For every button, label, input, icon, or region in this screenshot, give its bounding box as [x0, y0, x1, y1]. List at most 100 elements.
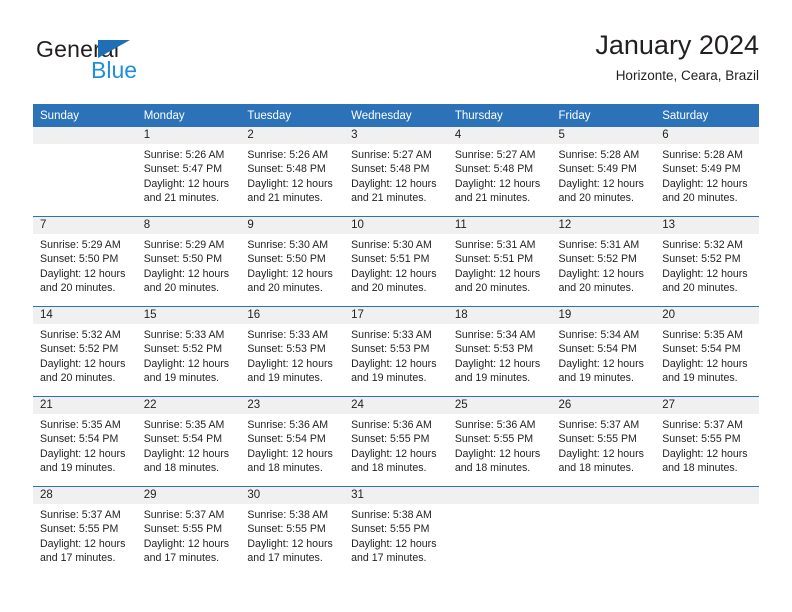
day-number: 6 — [655, 127, 759, 144]
day-cell[interactable]: 5 Sunrise: 5:28 AM Sunset: 5:49 PM Dayli… — [551, 127, 656, 217]
day-cell[interactable]: 7 Sunrise: 5:29 AM Sunset: 5:50 PM Dayli… — [33, 216, 137, 307]
daylight-text: Daylight: 12 hours and 17 minutes. — [143, 537, 230, 564]
sunset-text: Sunset: 5:55 PM — [351, 433, 430, 446]
calendar-header-row: Sunday Monday Tuesday Wednesday Thursday… — [33, 104, 759, 127]
sunrise-text: Sunrise: 5:27 AM — [454, 149, 536, 161]
daylight-text: Daylight: 12 hours and 20 minutes. — [454, 267, 541, 294]
sunrise-text: Sunrise: 5:31 AM — [454, 239, 536, 251]
day-number: 31 — [344, 487, 448, 504]
day-cell[interactable]: 25 Sunrise: 5:36 AM Sunset: 5:55 PM Dayl… — [447, 396, 552, 487]
sunset-text: Sunset: 5:50 PM — [40, 253, 119, 266]
day-cell[interactable]: 27 Sunrise: 5:37 AM Sunset: 5:55 PM Dayl… — [655, 396, 759, 487]
day-details: Sunrise: 5:38 AM Sunset: 5:55 PM Dayligh… — [240, 504, 344, 565]
sunset-text: Sunset: 5:47 PM — [143, 163, 223, 176]
day-number: 28 — [33, 487, 137, 504]
day-details: Sunrise: 5:38 AM Sunset: 5:55 PM Dayligh… — [344, 504, 448, 565]
day-cell[interactable]: 28 Sunrise: 5:37 AM Sunset: 5:55 PM Dayl… — [33, 486, 137, 576]
day-details: Sunrise: 5:37 AM Sunset: 5:55 PM Dayligh… — [33, 504, 137, 565]
daylight-text: Daylight: 12 hours and 21 minutes. — [247, 177, 333, 204]
day-cell[interactable]: 16 Sunrise: 5:33 AM Sunset: 5:53 PM Dayl… — [240, 306, 345, 397]
day-number: 24 — [344, 397, 448, 414]
day-details: Sunrise: 5:34 AM Sunset: 5:53 PM Dayligh… — [448, 324, 552, 385]
day-number: 29 — [136, 487, 241, 504]
day-details: Sunrise: 5:26 AM Sunset: 5:48 PM Dayligh… — [240, 144, 344, 205]
day-number: 15 — [136, 307, 241, 324]
day-cell[interactable]: 30 Sunrise: 5:38 AM Sunset: 5:55 PM Dayl… — [240, 486, 345, 576]
sunset-text: Sunset: 5:53 PM — [454, 343, 534, 356]
day-cell[interactable]: 1 Sunrise: 5:26 AM Sunset: 5:47 PM Dayli… — [136, 127, 241, 217]
sunrise-text: Sunrise: 5:37 AM — [558, 419, 640, 431]
day-cell[interactable]: 24 Sunrise: 5:36 AM Sunset: 5:55 PM Dayl… — [344, 396, 448, 487]
title-block: January 2024 Horizonte, Ceara, Brazil — [595, 28, 759, 85]
daylight-text: Daylight: 12 hours and 20 minutes. — [143, 267, 230, 294]
sunset-text: Sunset: 5:54 PM — [143, 433, 223, 446]
day-details: Sunrise: 5:33 AM Sunset: 5:53 PM Dayligh… — [240, 324, 344, 385]
day-cell[interactable] — [33, 127, 137, 217]
day-cell[interactable]: 18 Sunrise: 5:34 AM Sunset: 5:53 PM Dayl… — [447, 306, 552, 397]
sunset-text: Sunset: 5:55 PM — [454, 433, 534, 446]
day-cell[interactable]: 31 Sunrise: 5:38 AM Sunset: 5:55 PM Dayl… — [344, 486, 448, 576]
day-cell[interactable] — [551, 486, 656, 576]
day-number: 26 — [551, 397, 656, 414]
daylight-text: Daylight: 12 hours and 18 minutes. — [247, 447, 333, 474]
daylight-text: Daylight: 12 hours and 17 minutes. — [40, 537, 126, 564]
sunset-text: Sunset: 5:54 PM — [558, 343, 637, 356]
day-details: Sunrise: 5:27 AM Sunset: 5:48 PM Dayligh… — [448, 144, 552, 205]
sunrise-text: Sunrise: 5:36 AM — [247, 419, 329, 431]
week-row: 1 Sunrise: 5:26 AM Sunset: 5:47 PM Dayli… — [33, 127, 759, 217]
sunrise-text: Sunrise: 5:26 AM — [247, 149, 329, 161]
day-number: 22 — [136, 397, 241, 414]
day-cell[interactable]: 26 Sunrise: 5:37 AM Sunset: 5:55 PM Dayl… — [551, 396, 656, 487]
daylight-text: Daylight: 12 hours and 19 minutes. — [351, 357, 437, 384]
daylight-text: Daylight: 12 hours and 20 minutes. — [558, 267, 644, 294]
daylight-text: Daylight: 12 hours and 18 minutes. — [662, 447, 748, 474]
day-cell[interactable]: 29 Sunrise: 5:37 AM Sunset: 5:55 PM Dayl… — [136, 486, 241, 576]
day-number — [655, 487, 759, 504]
sunrise-text: Sunrise: 5:32 AM — [662, 239, 743, 251]
page-header: General Blue January 2024 Horizonte, Cea… — [33, 28, 759, 98]
day-cell[interactable]: 3 Sunrise: 5:27 AM Sunset: 5:48 PM Dayli… — [344, 127, 448, 217]
day-cell[interactable]: 2 Sunrise: 5:26 AM Sunset: 5:48 PM Dayli… — [240, 127, 345, 217]
day-cell[interactable]: 20 Sunrise: 5:35 AM Sunset: 5:54 PM Dayl… — [655, 306, 759, 397]
sunrise-text: Sunrise: 5:29 AM — [40, 239, 121, 251]
day-number: 23 — [240, 397, 345, 414]
day-cell[interactable]: 12 Sunrise: 5:31 AM Sunset: 5:52 PM Dayl… — [551, 216, 656, 307]
general-blue-logo[interactable]: General Blue — [36, 36, 236, 90]
daylight-text: Daylight: 12 hours and 18 minutes. — [558, 447, 644, 474]
sunset-text: Sunset: 5:55 PM — [558, 433, 637, 446]
day-cell[interactable]: 9 Sunrise: 5:30 AM Sunset: 5:50 PM Dayli… — [240, 216, 345, 307]
day-cell[interactable]: 14 Sunrise: 5:32 AM Sunset: 5:52 PM Dayl… — [33, 306, 137, 397]
day-details: Sunrise: 5:36 AM Sunset: 5:55 PM Dayligh… — [344, 414, 448, 475]
day-cell[interactable]: 13 Sunrise: 5:32 AM Sunset: 5:52 PM Dayl… — [655, 216, 759, 307]
sunrise-text: Sunrise: 5:27 AM — [351, 149, 432, 161]
day-cell[interactable]: 23 Sunrise: 5:36 AM Sunset: 5:54 PM Dayl… — [240, 396, 345, 487]
day-details: Sunrise: 5:28 AM Sunset: 5:49 PM Dayligh… — [655, 144, 759, 205]
daylight-text: Daylight: 12 hours and 19 minutes. — [143, 357, 230, 384]
day-number: 18 — [447, 307, 552, 324]
day-cell[interactable]: 6 Sunrise: 5:28 AM Sunset: 5:49 PM Dayli… — [655, 127, 759, 217]
day-cell[interactable]: 21 Sunrise: 5:35 AM Sunset: 5:54 PM Dayl… — [33, 396, 137, 487]
day-number: 19 — [551, 307, 656, 324]
day-cell[interactable]: 17 Sunrise: 5:33 AM Sunset: 5:53 PM Dayl… — [344, 306, 448, 397]
day-number: 1 — [136, 127, 241, 144]
calendar-grid: Sunday Monday Tuesday Wednesday Thursday… — [33, 104, 759, 576]
day-cell[interactable]: 11 Sunrise: 5:31 AM Sunset: 5:51 PM Dayl… — [447, 216, 552, 307]
day-cell[interactable]: 19 Sunrise: 5:34 AM Sunset: 5:54 PM Dayl… — [551, 306, 656, 397]
sunset-text: Sunset: 5:55 PM — [247, 523, 326, 536]
day-cell[interactable]: 8 Sunrise: 5:29 AM Sunset: 5:50 PM Dayli… — [136, 216, 241, 307]
day-cell[interactable] — [655, 486, 759, 576]
sunset-text: Sunset: 5:54 PM — [662, 343, 741, 356]
day-details: Sunrise: 5:35 AM Sunset: 5:54 PM Dayligh… — [655, 324, 759, 385]
day-number — [447, 487, 552, 504]
daylight-text: Daylight: 12 hours and 18 minutes. — [454, 447, 541, 474]
day-details: Sunrise: 5:30 AM Sunset: 5:51 PM Dayligh… — [344, 234, 448, 295]
sunset-text: Sunset: 5:52 PM — [40, 343, 119, 356]
day-details: Sunrise: 5:32 AM Sunset: 5:52 PM Dayligh… — [33, 324, 137, 385]
day-cell[interactable] — [447, 486, 552, 576]
day-cell[interactable]: 22 Sunrise: 5:35 AM Sunset: 5:54 PM Dayl… — [136, 396, 241, 487]
day-details: Sunrise: 5:33 AM Sunset: 5:53 PM Dayligh… — [344, 324, 448, 385]
sunset-text: Sunset: 5:50 PM — [247, 253, 326, 266]
day-cell[interactable]: 10 Sunrise: 5:30 AM Sunset: 5:51 PM Dayl… — [344, 216, 448, 307]
day-cell[interactable]: 15 Sunrise: 5:33 AM Sunset: 5:52 PM Dayl… — [136, 306, 241, 397]
day-cell[interactable]: 4 Sunrise: 5:27 AM Sunset: 5:48 PM Dayli… — [447, 127, 552, 217]
